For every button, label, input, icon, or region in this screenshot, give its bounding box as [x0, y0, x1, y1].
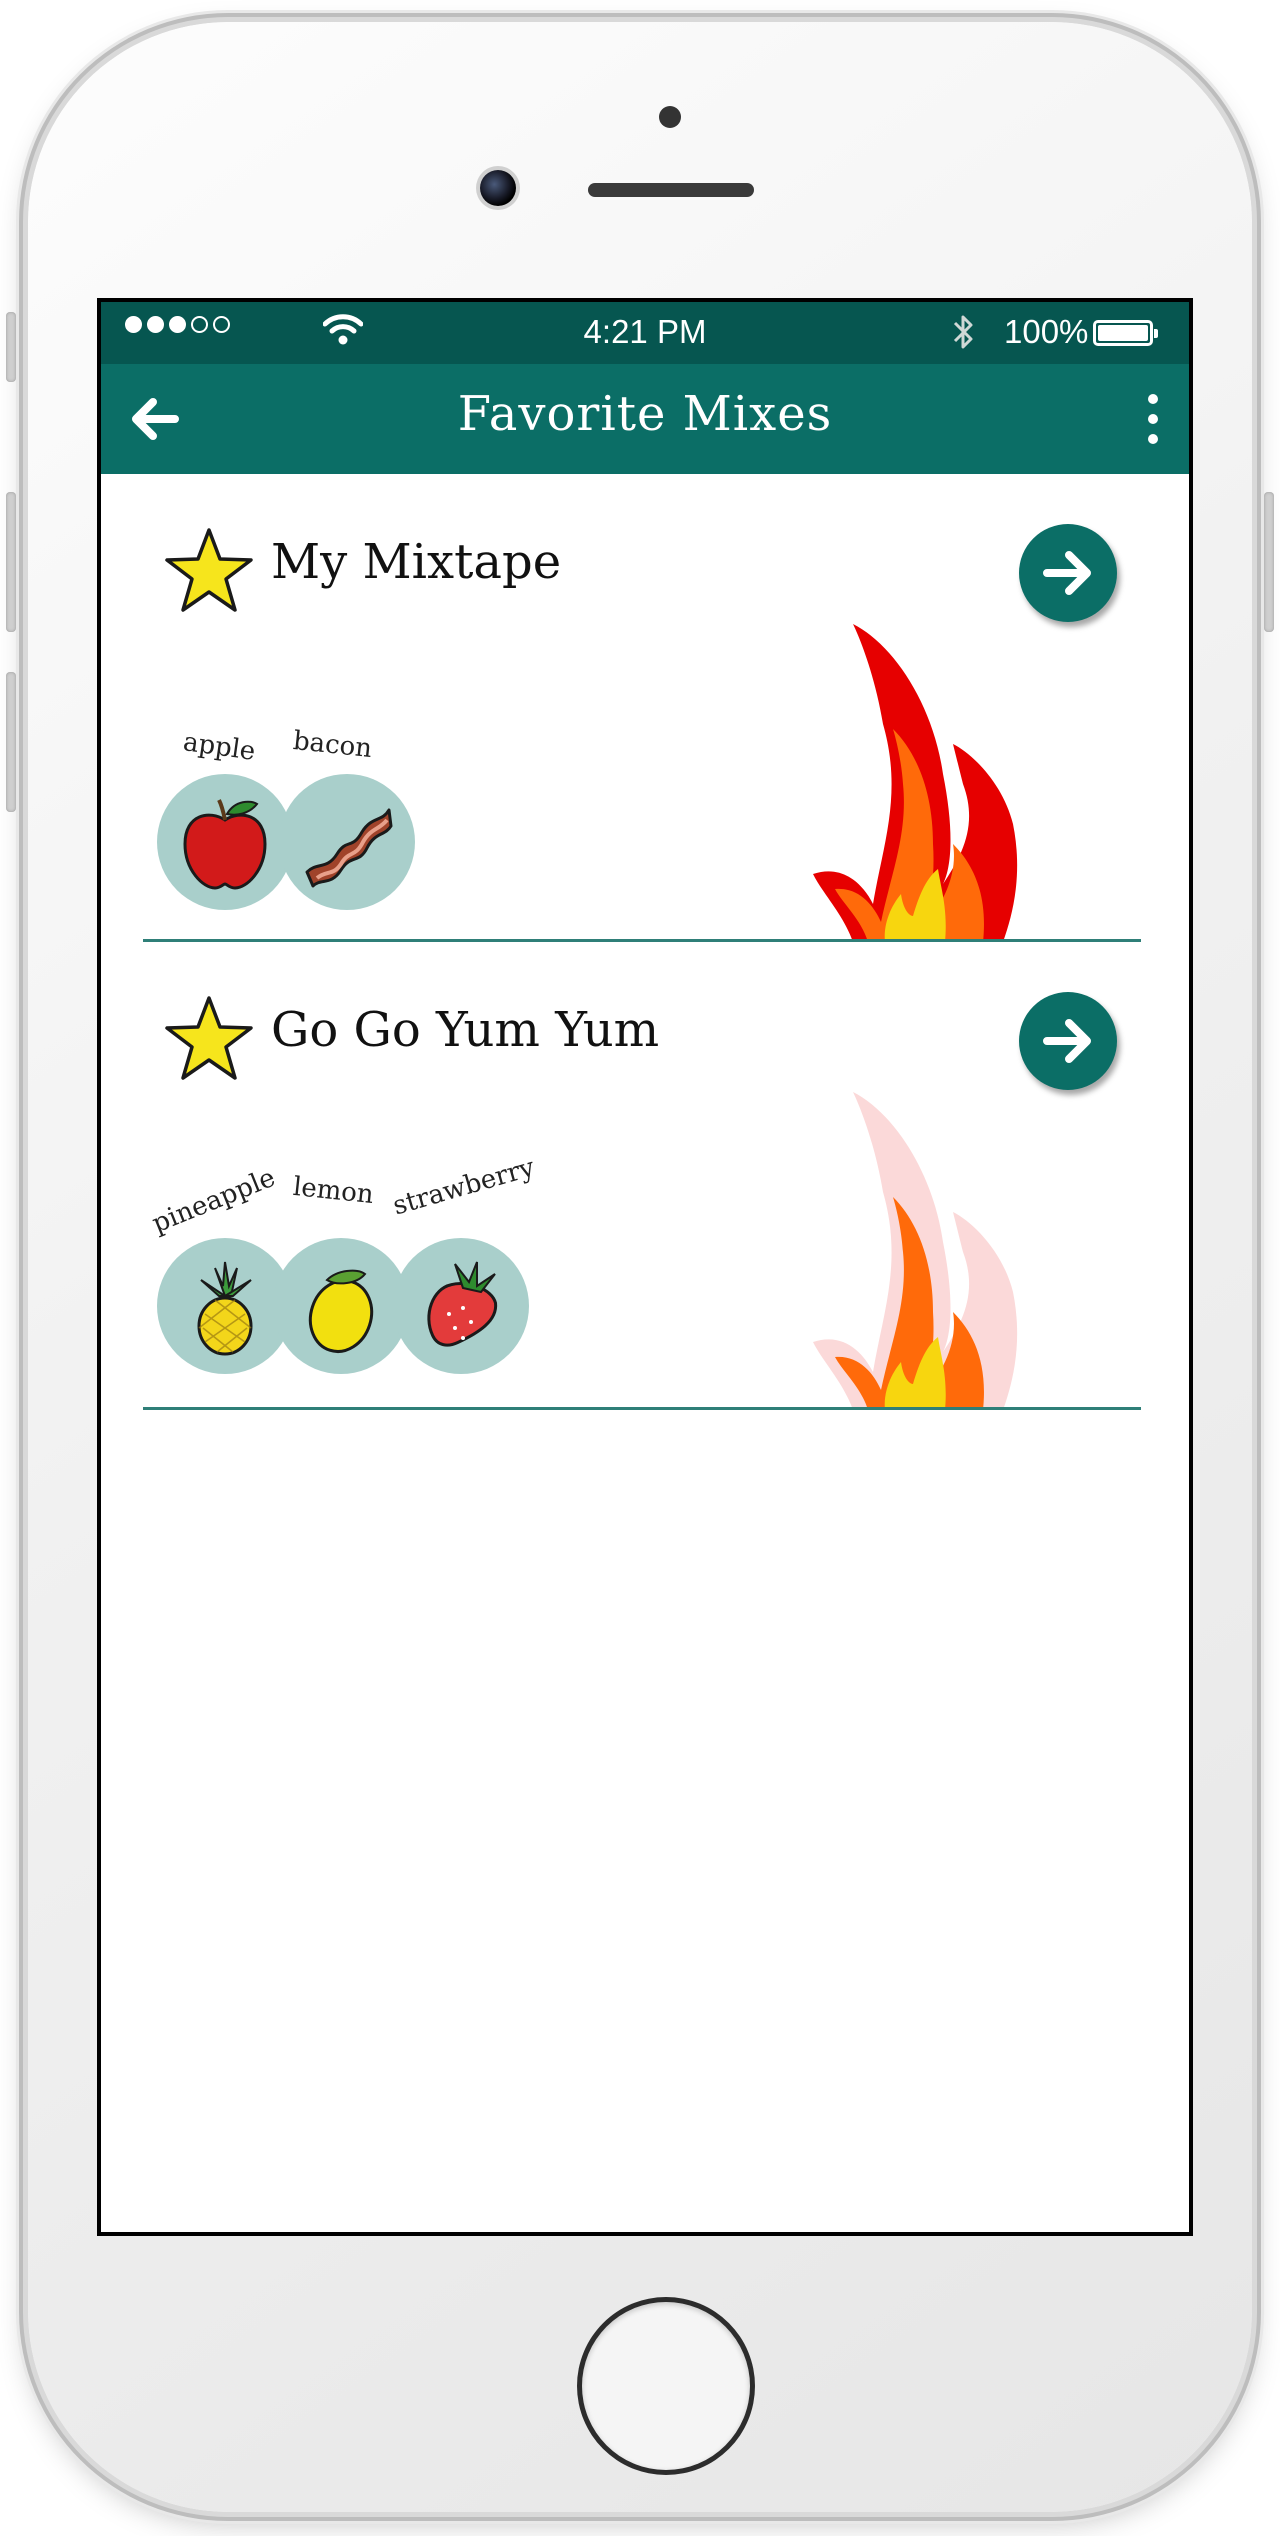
- star-icon[interactable]: [163, 526, 255, 614]
- mix-name: My Mixtape: [271, 534, 562, 590]
- ingredient-label: strawberry: [389, 1152, 538, 1222]
- volume-down-button: [6, 672, 16, 812]
- ingredient-label: lemon: [291, 1171, 376, 1211]
- status-bar: 4:21 PM 100%: [101, 302, 1189, 364]
- home-button[interactable]: [582, 2302, 750, 2470]
- flame-icon: [813, 624, 1018, 942]
- front-camera: [480, 170, 516, 206]
- battery-icon: [1093, 320, 1158, 346]
- ingredient-chip: [157, 774, 293, 910]
- ingredient-chip: [273, 1238, 409, 1374]
- flame-icon: [813, 1092, 1018, 1410]
- app-bar: Favorite Mixes: [101, 364, 1189, 474]
- bacon-icon: [305, 808, 393, 888]
- star-icon[interactable]: [163, 994, 255, 1082]
- go-to-mix-button[interactable]: [1019, 524, 1117, 622]
- proximity-sensor: [659, 106, 681, 128]
- go-to-mix-button[interactable]: [1019, 992, 1117, 1090]
- arrow-right-icon: [1043, 1019, 1091, 1063]
- earpiece-speaker: [588, 183, 754, 197]
- ingredient-label: apple: [181, 727, 258, 767]
- ingredient-label: bacon: [291, 725, 374, 765]
- mix-name: Go Go Yum Yum: [271, 1002, 660, 1058]
- bluetooth-icon: [953, 315, 973, 349]
- app-screen: 4:21 PM 100% Favorite Mixes My Mixtape a…: [97, 298, 1193, 2236]
- power-button: [1264, 492, 1274, 632]
- overflow-menu-icon[interactable]: [1143, 394, 1163, 444]
- mix-item[interactable]: Go Go Yum Yum pineapple lemon strawberry: [143, 942, 1141, 1410]
- ingredient-chip: [393, 1238, 529, 1374]
- ingredient-chip: [279, 774, 415, 910]
- lemon-icon: [308, 1269, 374, 1353]
- page-title: Favorite Mixes: [457, 386, 833, 442]
- arrow-right-icon: [1043, 551, 1091, 595]
- volume-up-button: [6, 492, 16, 632]
- mix-item[interactable]: My Mixtape apple bacon: [143, 474, 1141, 942]
- strawberry-icon: [427, 1261, 498, 1347]
- mute-switch: [6, 312, 16, 382]
- pineapple-icon: [197, 1261, 253, 1356]
- battery-percentage: 100%: [1004, 313, 1089, 350]
- mix-divider: [143, 1407, 1141, 1410]
- ingredient-label: pineapple: [148, 1162, 280, 1240]
- apple-icon: [183, 799, 267, 890]
